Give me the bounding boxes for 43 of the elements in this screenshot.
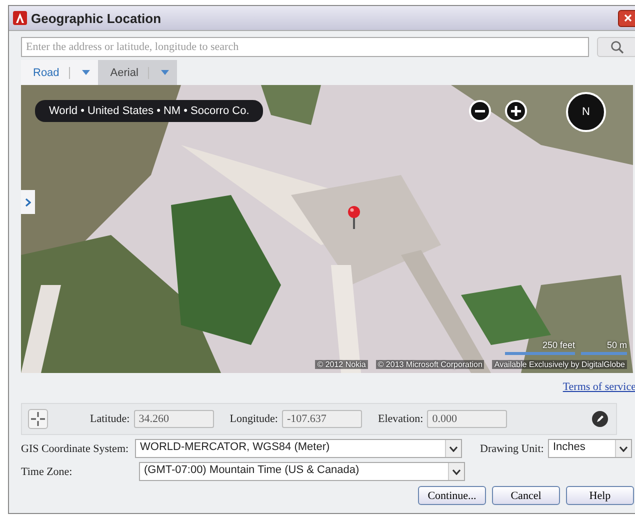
chevron-down-icon bbox=[449, 446, 458, 452]
map-pin-icon bbox=[347, 205, 361, 229]
chevron-right-icon bbox=[25, 198, 31, 206]
chevron-down-icon bbox=[619, 446, 628, 452]
search-button[interactable] bbox=[597, 37, 635, 57]
caret-icon bbox=[161, 70, 170, 75]
app-icon bbox=[13, 11, 27, 25]
time-zone-dropdown[interactable]: (GMT-07:00) Mountain Time (US & Canada) bbox=[139, 462, 465, 481]
scale-bar: 250 feet bbox=[505, 337, 575, 355]
coordinate-field[interactable]: 0.000 bbox=[427, 410, 508, 428]
field-label: Longitude: bbox=[230, 413, 278, 425]
scale-bar: 50 m bbox=[581, 337, 627, 355]
map-credit: Available Exclusively by DigitalGlobe bbox=[492, 360, 627, 369]
field-label: Drawing Unit: bbox=[480, 442, 545, 454]
crosshair-icon bbox=[31, 412, 45, 426]
search-field[interactable]: Enter the address or latitude, longitude to search bbox=[21, 37, 589, 57]
close-icon bbox=[624, 14, 632, 22]
chevron-down-icon bbox=[452, 468, 461, 474]
dialog-button[interactable]: Continue... bbox=[418, 486, 486, 505]
map-type-tab[interactable]: Road bbox=[21, 60, 98, 85]
map-type-tab[interactable]: Aerial bbox=[98, 60, 178, 85]
search-icon bbox=[610, 40, 624, 54]
dialog-button[interactable]: Help bbox=[566, 486, 634, 505]
map-credit: © 2013 Microsoft Corporation bbox=[376, 360, 484, 369]
coordinate-system-dropdown[interactable]: WORLD-MERCATOR, WGS84 (Meter) bbox=[135, 439, 462, 458]
field-label: Latitude: bbox=[90, 413, 130, 425]
drawing-unit-dropdown[interactable]: Inches bbox=[548, 439, 632, 458]
map-credit: © 2012 Nokia bbox=[315, 360, 368, 369]
field-label: Elevation: bbox=[378, 413, 424, 425]
dialog-button[interactable]: Cancel bbox=[492, 486, 560, 505]
coordinate-field[interactable]: -107.637 bbox=[282, 410, 362, 428]
field-label: Time Zone: bbox=[21, 466, 74, 478]
plus-icon bbox=[511, 106, 521, 116]
window-title: Geographic Location bbox=[31, 10, 162, 26]
field-label: GIS Coordinate System: bbox=[21, 442, 130, 454]
expand-panel-button[interactable] bbox=[21, 190, 35, 214]
coordinate-field[interactable]: 34.260 bbox=[134, 410, 214, 428]
close-button[interactable] bbox=[618, 10, 635, 26]
caret-icon bbox=[82, 70, 90, 75]
breadcrumb: World • United States • NM • Socorro Co. bbox=[35, 100, 264, 122]
pencil-icon bbox=[592, 411, 608, 427]
locate-button[interactable] bbox=[28, 409, 48, 429]
pin-button[interactable] bbox=[590, 409, 610, 429]
